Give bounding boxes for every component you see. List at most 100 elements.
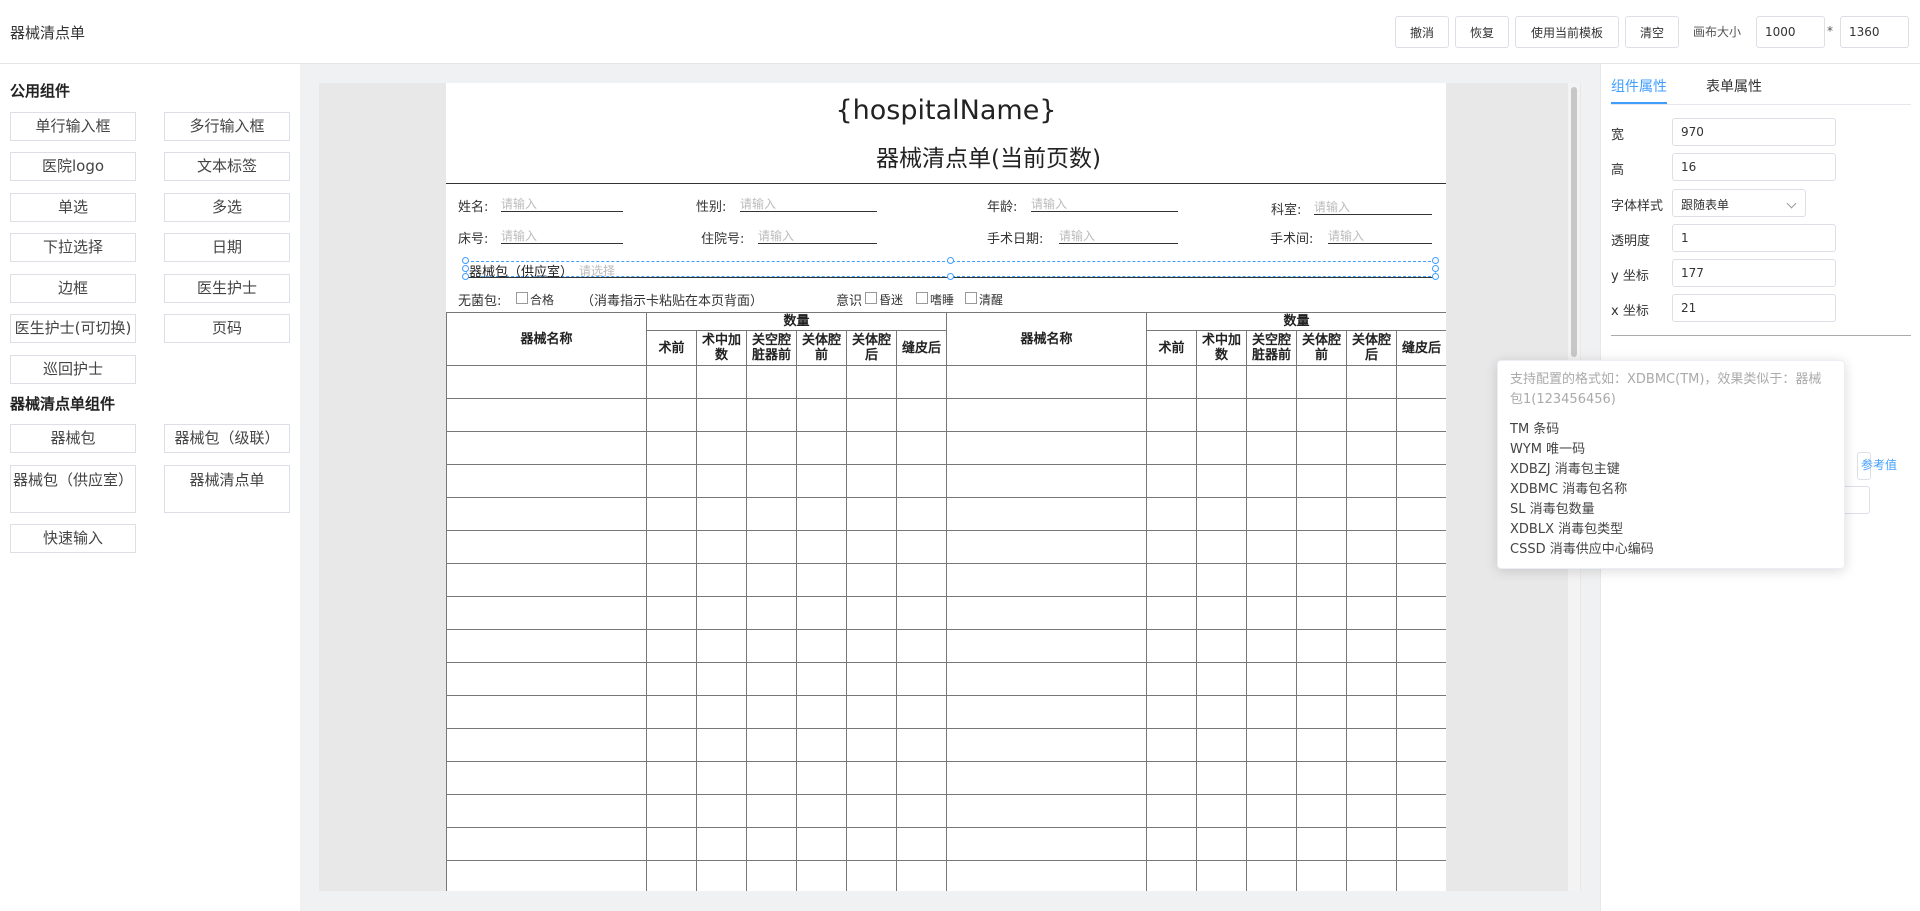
table-cell[interactable] <box>1296 728 1348 762</box>
package-select[interactable]: 请选择 <box>579 262 615 279</box>
table-cell[interactable] <box>1246 794 1298 828</box>
component-instrument-package[interactable]: 器械包 <box>10 424 136 453</box>
table-cell[interactable] <box>1246 398 1298 432</box>
table-cell[interactable] <box>895 662 948 696</box>
table-cell[interactable] <box>895 629 948 663</box>
canvas-width-input[interactable] <box>1756 16 1825 48</box>
table-cell[interactable] <box>796 728 847 762</box>
awake-checkbox[interactable] <box>965 292 977 304</box>
table-cell[interactable] <box>1396 464 1446 498</box>
table-cell[interactable] <box>746 629 797 663</box>
table-cell[interactable] <box>946 464 1148 498</box>
table-cell[interactable] <box>796 464 847 498</box>
dept-input[interactable]: 请输入 <box>1314 198 1432 215</box>
use-template-button[interactable]: 使用当前模板 <box>1515 16 1619 48</box>
tab-component-props[interactable]: 组件属性 <box>1611 76 1667 96</box>
height-input[interactable] <box>1672 153 1836 181</box>
canvas-height-input[interactable] <box>1840 16 1909 48</box>
table-cell[interactable] <box>446 596 647 630</box>
component-instrument-checklist[interactable]: 器械清点单 <box>164 465 290 513</box>
table-cell[interactable] <box>646 365 697 399</box>
table-cell[interactable] <box>1296 629 1348 663</box>
table-cell[interactable] <box>746 761 797 795</box>
table-cell[interactable] <box>446 398 647 432</box>
component-multi-line-input[interactable]: 多行输入框 <box>164 112 290 141</box>
resize-handle-top[interactable] <box>947 257 954 264</box>
bed-input[interactable]: 请输入 <box>501 227 623 244</box>
resize-handle-bottom-left[interactable] <box>462 273 469 280</box>
table-cell[interactable] <box>1396 860 1446 891</box>
table-cell[interactable] <box>1346 596 1398 630</box>
table-cell[interactable] <box>696 596 747 630</box>
opacity-input[interactable] <box>1672 224 1836 252</box>
component-instrument-package-supply[interactable]: 器械包（供应室） <box>10 465 136 513</box>
qualified-checkbox[interactable] <box>516 292 528 304</box>
width-input[interactable] <box>1672 118 1836 146</box>
table-cell[interactable] <box>696 629 747 663</box>
table-cell[interactable] <box>1396 695 1446 729</box>
table-cell[interactable] <box>1246 728 1298 762</box>
table-cell[interactable] <box>796 530 847 564</box>
table-cell[interactable] <box>1296 695 1348 729</box>
table-cell[interactable] <box>446 629 647 663</box>
table-cell[interactable] <box>895 431 948 465</box>
table-cell[interactable] <box>696 530 747 564</box>
table-cell[interactable] <box>1296 662 1348 696</box>
table-cell[interactable] <box>1346 398 1398 432</box>
table-cell[interactable] <box>895 860 948 891</box>
table-cell[interactable] <box>646 860 697 891</box>
table-cell[interactable] <box>696 695 747 729</box>
table-cell[interactable] <box>1396 431 1446 465</box>
table-cell[interactable] <box>1246 563 1298 597</box>
table-cell[interactable] <box>746 431 797 465</box>
table-cell[interactable] <box>1346 431 1398 465</box>
redo-button[interactable]: 恢复 <box>1455 16 1509 48</box>
table-cell[interactable] <box>1196 662 1248 696</box>
table-cell[interactable] <box>1196 365 1248 399</box>
table-cell[interactable] <box>746 530 797 564</box>
table-cell[interactable] <box>1146 497 1198 531</box>
table-cell[interactable] <box>1246 497 1298 531</box>
component-border[interactable]: 边框 <box>10 274 136 303</box>
table-cell[interactable] <box>1146 827 1198 861</box>
table-cell[interactable] <box>1296 464 1348 498</box>
table-cell[interactable] <box>1346 662 1398 696</box>
table-cell[interactable] <box>1296 794 1348 828</box>
table-cell[interactable] <box>1396 827 1446 861</box>
table-cell[interactable] <box>646 563 697 597</box>
table-cell[interactable] <box>1146 662 1198 696</box>
table-cell[interactable] <box>946 794 1148 828</box>
table-cell[interactable] <box>446 695 647 729</box>
table-cell[interactable] <box>1246 431 1298 465</box>
table-cell[interactable] <box>646 695 697 729</box>
form-canvas[interactable]: {hospitalName} 器械清点单(当前页数) 姓名: 请输入 性别: 请… <box>446 83 1446 891</box>
table-cell[interactable] <box>646 629 697 663</box>
gender-input[interactable]: 请输入 <box>740 195 877 212</box>
table-cell[interactable] <box>1196 596 1248 630</box>
table-cell[interactable] <box>1146 563 1198 597</box>
resize-handle-bottom[interactable] <box>947 273 954 280</box>
table-cell[interactable] <box>1396 398 1446 432</box>
table-cell[interactable] <box>746 662 797 696</box>
table-cell[interactable] <box>1146 629 1198 663</box>
table-cell[interactable] <box>446 497 647 531</box>
table-cell[interactable] <box>1246 761 1298 795</box>
table-cell[interactable] <box>646 596 697 630</box>
table-cell[interactable] <box>446 761 647 795</box>
table-cell[interactable] <box>796 497 847 531</box>
table-cell[interactable] <box>796 662 847 696</box>
table-cell[interactable] <box>446 728 647 762</box>
table-cell[interactable] <box>1146 365 1198 399</box>
table-cell[interactable] <box>946 398 1148 432</box>
table-cell[interactable] <box>1346 761 1398 795</box>
table-cell[interactable] <box>796 431 847 465</box>
drowsy-checkbox[interactable] <box>916 292 928 304</box>
table-cell[interactable] <box>946 629 1148 663</box>
table-cell[interactable] <box>846 860 897 891</box>
table-cell[interactable] <box>746 596 797 630</box>
table-cell[interactable] <box>646 827 697 861</box>
table-cell[interactable] <box>646 761 697 795</box>
table-cell[interactable] <box>1346 530 1398 564</box>
table-cell[interactable] <box>846 563 897 597</box>
table-cell[interactable] <box>1246 365 1298 399</box>
